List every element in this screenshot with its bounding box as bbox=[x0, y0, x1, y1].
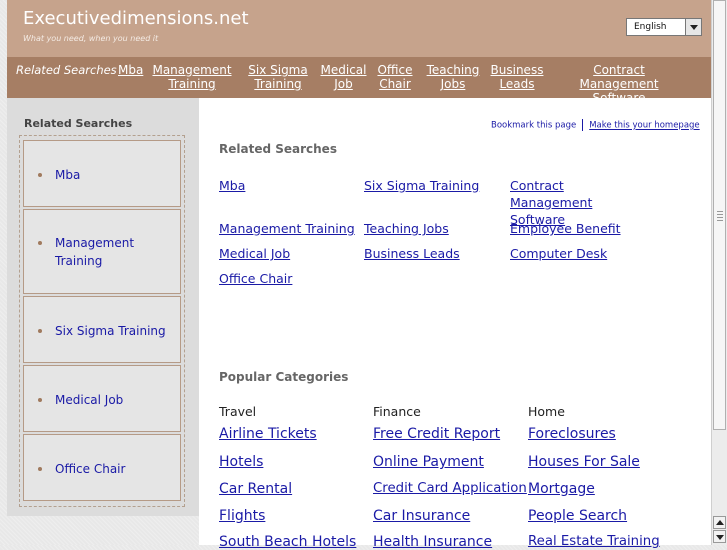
related-link[interactable]: Mba bbox=[219, 177, 245, 194]
category-link[interactable]: Car Rental bbox=[219, 481, 292, 497]
category-heading-finance: Finance bbox=[373, 404, 421, 419]
nav-link-mba[interactable]: Mba bbox=[118, 63, 143, 77]
sidebar-item-label[interactable]: Office Chair bbox=[55, 460, 125, 478]
related-link[interactable]: Computer Desk bbox=[510, 245, 607, 262]
category-link[interactable]: Real Estate Training bbox=[528, 534, 660, 549]
divider bbox=[582, 119, 584, 131]
category-link[interactable]: Houses For Sale bbox=[528, 454, 640, 470]
bullet-icon bbox=[38, 398, 42, 402]
site-header: Executivedimensions.net What you need, w… bbox=[7, 0, 711, 57]
bullet-icon bbox=[38, 241, 42, 245]
scrollbar-thumb[interactable] bbox=[713, 0, 726, 430]
site-tagline: What you need, when you need it bbox=[23, 34, 159, 43]
sidebar-title: Related Searches bbox=[24, 117, 133, 130]
related-searches-title: Related Searches bbox=[219, 142, 337, 156]
language-select-value: English bbox=[634, 22, 667, 32]
nav-link-office-chair[interactable]: Office Chair bbox=[376, 63, 414, 91]
related-link[interactable]: Office Chair bbox=[219, 270, 292, 287]
sidebar-list: Mba Management Training Six Sigma Traini… bbox=[19, 135, 185, 507]
nav-link-medical-job[interactable]: Medical Job bbox=[319, 63, 368, 91]
sidebar-item-label[interactable]: Medical Job bbox=[55, 391, 123, 409]
category-link[interactable]: Health Insurance bbox=[373, 534, 492, 550]
category-link[interactable]: Free Credit Report bbox=[373, 426, 500, 442]
grip-icon bbox=[717, 211, 723, 221]
category-link[interactable]: Foreclosures bbox=[528, 426, 616, 442]
nav-link-business-leads[interactable]: Business Leads bbox=[489, 63, 545, 91]
related-link[interactable]: Business Leads bbox=[364, 245, 460, 262]
chevron-down-icon[interactable] bbox=[685, 19, 701, 35]
scroll-up-icon[interactable] bbox=[713, 516, 726, 529]
related-link[interactable]: Teaching Jobs bbox=[364, 220, 449, 237]
sidebar: Related Searches Mba Management Training… bbox=[7, 98, 199, 516]
category-link[interactable]: South Beach Hotels bbox=[219, 534, 356, 550]
sidebar-item[interactable]: Office Chair bbox=[23, 434, 181, 501]
category-link[interactable]: Car Insurance bbox=[373, 508, 470, 524]
category-link[interactable]: People Search bbox=[528, 508, 627, 524]
category-heading-travel: Travel bbox=[219, 404, 257, 419]
nav-link-six-sigma-training[interactable]: Six Sigma Training bbox=[247, 63, 309, 91]
nav-label: Related Searches bbox=[16, 63, 117, 77]
bullet-icon bbox=[38, 173, 42, 177]
bullet-icon bbox=[38, 467, 42, 471]
category-link[interactable]: Flights bbox=[219, 508, 265, 524]
homepage-link[interactable]: Make this your homepage bbox=[589, 121, 699, 131]
nav-link-teaching-jobs[interactable]: Teaching Jobs bbox=[423, 63, 483, 91]
vertical-scrollbar[interactable] bbox=[711, 0, 727, 545]
bookmark-link[interactable]: Bookmark this page bbox=[491, 121, 576, 131]
sidebar-item[interactable]: Management Training bbox=[23, 209, 181, 294]
nav-link-management-training[interactable]: Management Training bbox=[152, 63, 232, 91]
scroll-down-icon[interactable] bbox=[713, 530, 726, 543]
sidebar-item[interactable]: Six Sigma Training bbox=[23, 296, 181, 363]
sidebar-item-label[interactable]: Mba bbox=[55, 166, 80, 184]
bookmark-links: Bookmark this page Make this your homepag… bbox=[491, 119, 700, 131]
language-select[interactable]: English bbox=[626, 18, 702, 36]
related-link[interactable]: Medical Job bbox=[219, 245, 290, 262]
category-link[interactable]: Online Payment bbox=[373, 454, 484, 470]
category-link[interactable]: Mortgage bbox=[528, 481, 595, 497]
bullet-icon bbox=[38, 329, 42, 333]
sidebar-item[interactable]: Medical Job bbox=[23, 365, 181, 432]
related-link[interactable]: Employee Benefit bbox=[510, 220, 621, 237]
main-content: Bookmark this page Make this your homepag… bbox=[199, 98, 711, 550]
sidebar-item[interactable]: Mba bbox=[23, 140, 181, 207]
category-link[interactable]: Credit Card Application bbox=[373, 481, 527, 496]
category-link[interactable]: Airline Tickets bbox=[219, 426, 317, 442]
top-nav: Related Searches Mba Management Training… bbox=[7, 57, 711, 105]
related-link[interactable]: Management Training bbox=[219, 220, 355, 237]
category-link[interactable]: Hotels bbox=[219, 454, 263, 470]
category-heading-home: Home bbox=[528, 404, 565, 419]
popular-categories-title: Popular Categories bbox=[219, 370, 349, 384]
sidebar-item-label[interactable]: Six Sigma Training bbox=[55, 322, 166, 340]
site-title[interactable]: Executivedimensions.net bbox=[23, 8, 249, 29]
related-link[interactable]: Six Sigma Training bbox=[364, 177, 479, 194]
sidebar-item-label[interactable]: Management Training bbox=[55, 234, 145, 270]
